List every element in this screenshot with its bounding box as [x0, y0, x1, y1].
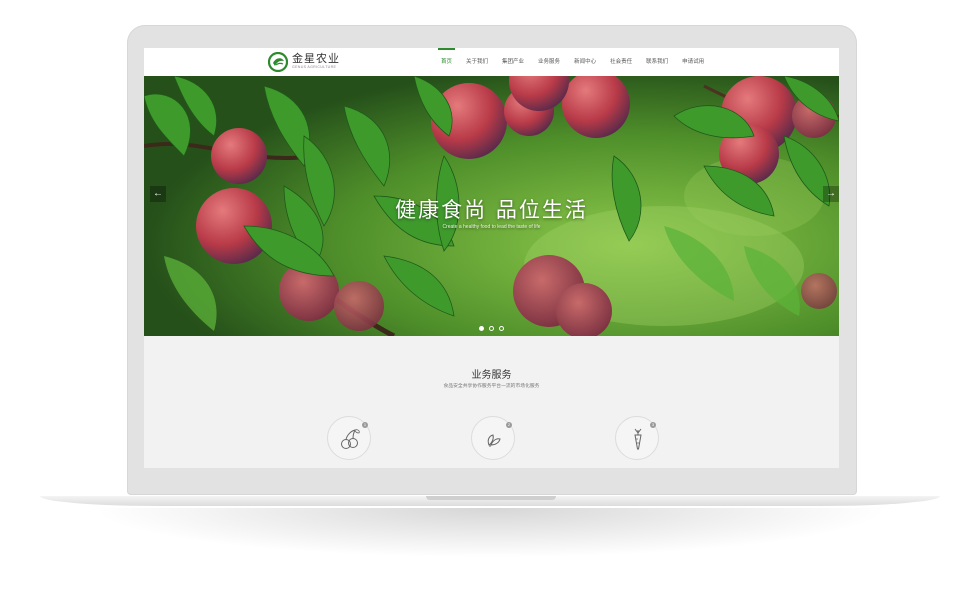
service-item-2[interactable]: 2 — [471, 416, 515, 460]
services-subtitle: 食品安全共享协作服务平台一流的市场化服务 — [443, 384, 540, 389]
slider-dot-3[interactable] — [499, 326, 504, 331]
service-item-1[interactable]: 1 — [327, 416, 371, 460]
logo-text: 金星农业 GENUS AGRICULTURE — [292, 54, 340, 70]
hero-subtitle: Create a healthy food to lead the taste … — [442, 224, 541, 230]
nav-item-home[interactable]: 首页 — [434, 48, 459, 76]
services-section: 业务服务 食品安全共享协作服务平台一流的市场化服务 1 2 3 — [144, 336, 839, 468]
logo-name: 金星农业 — [292, 53, 340, 66]
nav-item-trial[interactable]: 申请试用 — [675, 48, 711, 76]
cherry-icon — [341, 429, 360, 449]
service-item-3[interactable]: 3 — [615, 416, 659, 460]
hero-title: 健康食尚 品位生活 — [395, 198, 588, 222]
slider-prev-arrow-icon[interactable]: ← — [150, 186, 166, 202]
hero-banner: 健康食尚 品位生活 Create a healthy food to lead … — [144, 76, 839, 336]
nav-item-industries[interactable]: 集团产业 — [495, 48, 531, 76]
carrot-icon — [634, 428, 642, 450]
nav-item-news[interactable]: 新闻中心 — [567, 48, 603, 76]
nav-item-services[interactable]: 业务服务 — [531, 48, 567, 76]
slider-dot-2[interactable] — [489, 326, 494, 331]
service-number-1: 1 — [362, 422, 368, 428]
logo-subtitle: GENUS AGRICULTURE — [292, 65, 337, 70]
laptop-notch — [426, 496, 556, 500]
nav-item-about[interactable]: 关于我们 — [459, 48, 495, 76]
site-header: 金星农业 GENUS AGRICULTURE 首页 关于我们 集团产业 业务服务… — [144, 48, 839, 76]
nav-item-responsibility[interactable]: 社会责任 — [603, 48, 639, 76]
slider-next-arrow-icon[interactable]: → — [823, 186, 839, 202]
main-nav: 首页 关于我们 集团产业 业务服务 新闻中心 社会责任 联系我们 申请试用 — [434, 48, 711, 76]
service-number-3: 3 — [650, 422, 656, 428]
website-screen: 金星农业 GENUS AGRICULTURE 首页 关于我们 集团产业 业务服务… — [144, 48, 839, 468]
slider-pagination — [144, 326, 839, 331]
site-logo[interactable]: 金星农业 GENUS AGRICULTURE — [268, 52, 340, 72]
service-number-2: 2 — [506, 422, 512, 428]
nav-item-contact[interactable]: 联系我们 — [639, 48, 675, 76]
laptop-shadow — [90, 508, 890, 558]
services-title: 业务服务 — [471, 370, 512, 381]
logo-leaf-icon — [268, 52, 288, 72]
leaf-icon — [487, 434, 501, 447]
slider-dot-1[interactable] — [479, 326, 484, 331]
